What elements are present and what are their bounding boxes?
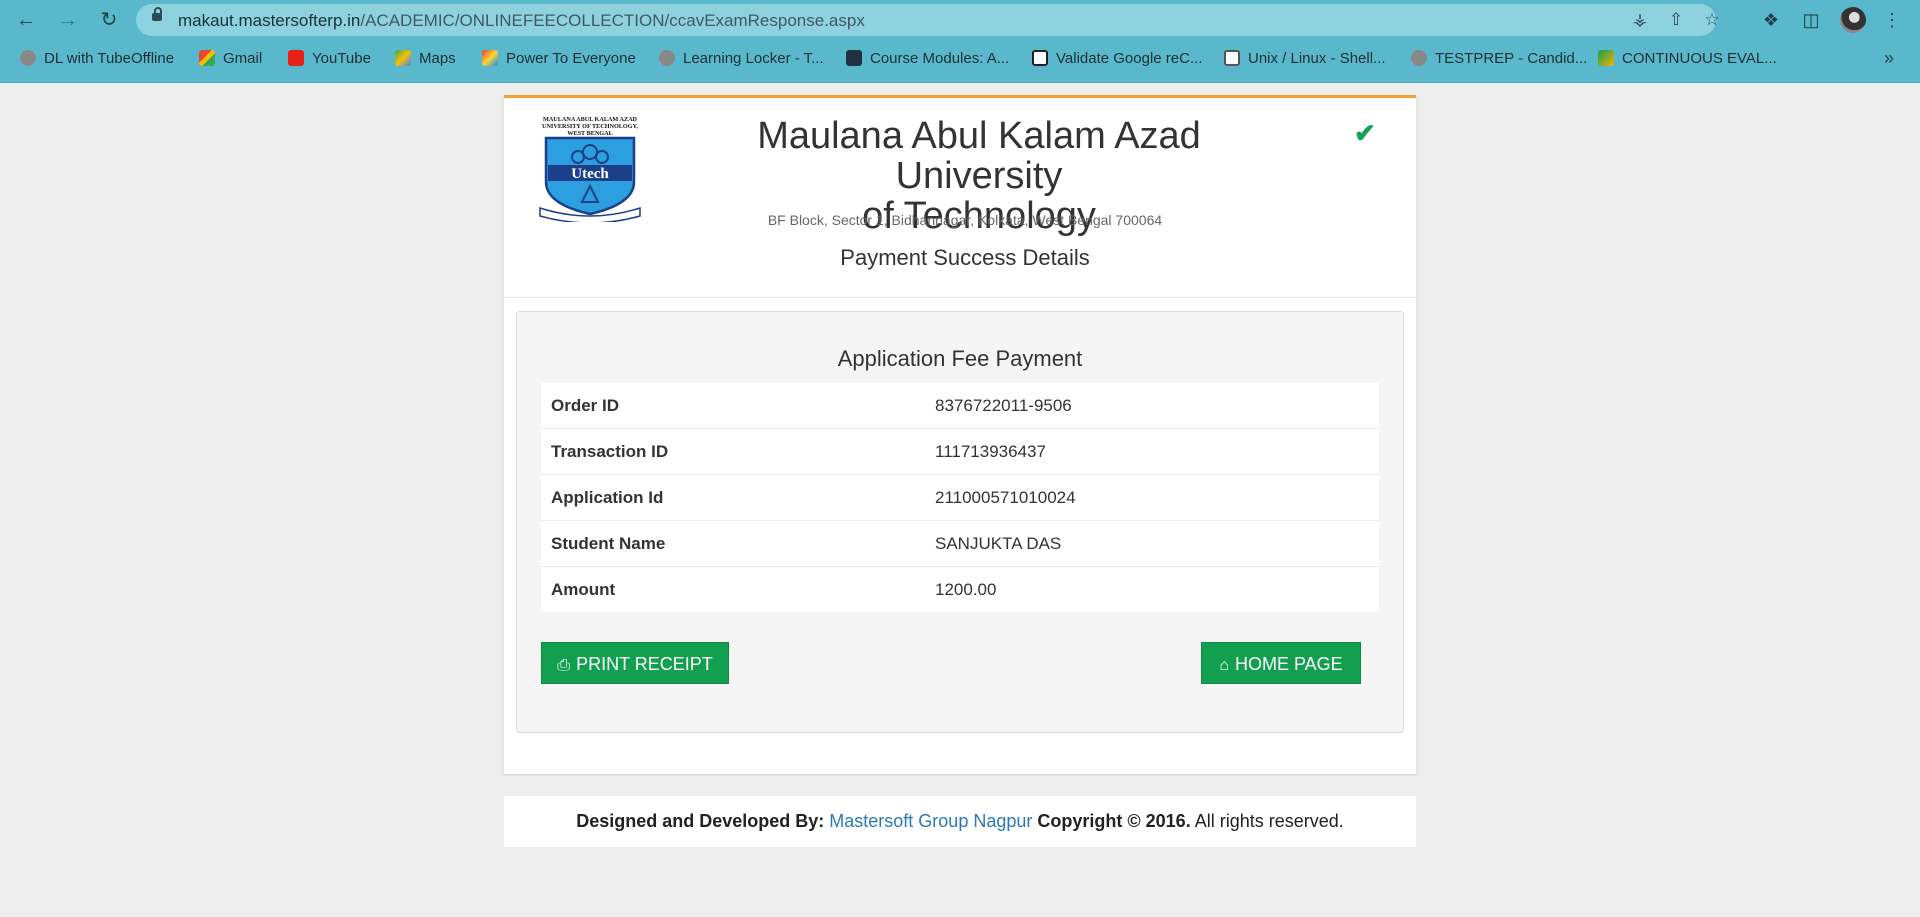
bookmark-item[interactable]: TESTPREP - Candid...: [1411, 49, 1587, 69]
bookmarks-bar: DL with TubeOffline Gmail YouTube Maps P…: [0, 44, 1920, 74]
gmail-icon: [199, 50, 215, 66]
bookmark-label: Unix / Linux - Shell...: [1248, 50, 1386, 67]
footer-rights: All rights reserved.: [1194, 811, 1344, 831]
footer-company-link[interactable]: Mastersoft Group Nagpur: [829, 811, 1032, 831]
lock-icon: [152, 7, 162, 21]
youtube-icon: [288, 50, 304, 66]
check-icon: ✔: [1354, 118, 1376, 148]
row-value: 211000571010024: [925, 474, 1379, 521]
globe-icon: [1411, 50, 1427, 66]
side-panel-icon[interactable]: ◫: [1799, 8, 1823, 32]
payment-panel: Application Fee Payment Order ID 83767220…: [516, 311, 1404, 733]
payment-card: MAULANA ABUL KALAM AZAD UNIVERSITY OF TEC…: [504, 95, 1416, 774]
print-receipt-button[interactable]: ⎙ PRINT RECEIPT: [541, 642, 729, 684]
extensions-icon[interactable]: ❖: [1759, 8, 1783, 32]
row-label: Transaction ID: [541, 428, 925, 475]
bookmark-label: DL with TubeOffline: [44, 50, 175, 67]
row-label: Amount: [551, 579, 616, 599]
bookmark-item[interactable]: Unix / Linux - Shell...: [1224, 49, 1386, 69]
bookmark-label: TESTPREP - Candid...: [1435, 50, 1588, 67]
bookmark-item[interactable]: DL with TubeOffline: [20, 49, 174, 69]
university-logo: MAULANA ABUL KALAM AZAD UNIVERSITY OF TEC…: [539, 116, 641, 222]
bookmark-item[interactable]: YouTube: [288, 49, 371, 69]
bookmark-item[interactable]: Gmail: [199, 49, 262, 69]
bookmark-label: Course Modules: A...: [870, 50, 1010, 67]
bookmark-item[interactable]: Course Modules: A...: [846, 49, 1009, 69]
bookmark-item[interactable]: CONTINUOUS EVAL...: [1598, 49, 1777, 69]
maps-icon: [395, 50, 411, 66]
printer-icon: ⎙: [557, 657, 571, 674]
table-row: Amount 1200.00: [541, 567, 1379, 613]
footer-designed-by: Designed and Developed By:: [576, 811, 825, 831]
home-page-label: HOME PAGE: [1234, 654, 1343, 674]
globe-icon: [20, 50, 36, 66]
page-footer: Designed and Developed By: Mastersoft Gr…: [504, 796, 1416, 847]
forward-icon[interactable]: →: [56, 8, 80, 32]
pte-icon: [482, 50, 498, 66]
share-icon[interactable]: ⇧: [1666, 10, 1686, 30]
bookmark-label: Maps: [419, 50, 456, 67]
address-bar[interactable]: makaut.mastersofterp.in/ACADEMIC/ONLINEF…: [136, 4, 1720, 36]
bookmark-item[interactable]: Validate Google reC...: [1032, 49, 1202, 69]
table-row: Transaction ID 111713936437: [541, 428, 1379, 475]
bookmark-item[interactable]: Power To Everyone: [482, 49, 636, 69]
url-domain: makaut.mastersofterp.in: [178, 11, 361, 30]
menu-kebab-icon[interactable]: ⋮: [1880, 8, 1904, 32]
home-page-button[interactable]: ⌂ HOME PAGE: [1201, 642, 1361, 684]
row-label: Application Id: [541, 474, 925, 521]
key-icon[interactable]: ⚶: [1630, 10, 1650, 30]
bookmark-label: Power To Everyone: [506, 50, 636, 67]
row-value: 8376722011-9506: [925, 383, 1379, 429]
print-receipt-label: PRINT RECEIPT: [576, 654, 713, 674]
home-icon: ⌂: [1219, 657, 1229, 674]
recaptcha-icon: [1032, 50, 1048, 66]
bookmark-item[interactable]: Maps: [395, 49, 456, 69]
bookmark-label: Learning Locker - T...: [683, 50, 824, 67]
table-row: Student Name SANJUKTA DAS: [541, 520, 1379, 567]
tutorials-icon: [1224, 50, 1240, 66]
university-address: BF Block, Sector 1, Bidhannagar, Kolkata…: [767, 212, 1163, 228]
divider: [504, 297, 1416, 298]
table-row: Application Id 211000571010024: [541, 474, 1379, 521]
back-icon[interactable]: ←: [14, 8, 38, 32]
row-label: Student Name: [541, 520, 925, 567]
profile-avatar[interactable]: [1840, 7, 1866, 33]
page-subtitle: Payment Success Details: [840, 245, 1090, 270]
browser-chrome: ← → ↻ makaut.mastersofterp.in/ACADEMIC/O…: [0, 0, 1920, 83]
bookmark-label: CONTINUOUS EVAL...: [1622, 50, 1777, 67]
university-title-line1: Maulana Abul Kalam Azad University: [757, 115, 1201, 197]
row-value: 111713936437: [925, 428, 1379, 475]
row-value: 1200.00: [935, 579, 997, 599]
url-path: /ACADEMIC/ONLINEFEECOLLECTION/ccavExamRe…: [360, 11, 865, 30]
classroom-icon: [1598, 50, 1614, 66]
aws-icon: [846, 50, 862, 66]
panel-title: Application Fee Payment: [837, 346, 1083, 371]
reload-icon[interactable]: ↻: [97, 8, 121, 32]
bookmark-label: Validate Google reC...: [1056, 50, 1203, 67]
table-row: Order ID 8376722011-9506: [541, 383, 1379, 429]
globe-icon: [659, 50, 675, 66]
logo-word: Utech: [571, 166, 609, 182]
footer-copyright: Copyright © 2016.: [1037, 811, 1191, 831]
star-icon[interactable]: ☆: [1702, 10, 1722, 30]
bookmark-label: YouTube: [312, 50, 371, 67]
row-value: SANJUKTA DAS: [925, 520, 1379, 567]
bookmark-label: Gmail: [223, 50, 263, 67]
bookmarks-overflow-icon[interactable]: »: [1884, 48, 1894, 69]
bookmark-item[interactable]: Learning Locker - T...: [659, 49, 824, 69]
payment-details-table: Order ID 8376722011-9506 Transaction ID 11…: [541, 383, 1379, 612]
url-text: makaut.mastersofterp.in/ACADEMIC/ONLINEF…: [178, 11, 865, 31]
row-label: Order ID: [541, 383, 925, 429]
logo-text: MAULANA ABUL KALAM AZAD UNIVERSITY OF TEC…: [542, 116, 638, 137]
